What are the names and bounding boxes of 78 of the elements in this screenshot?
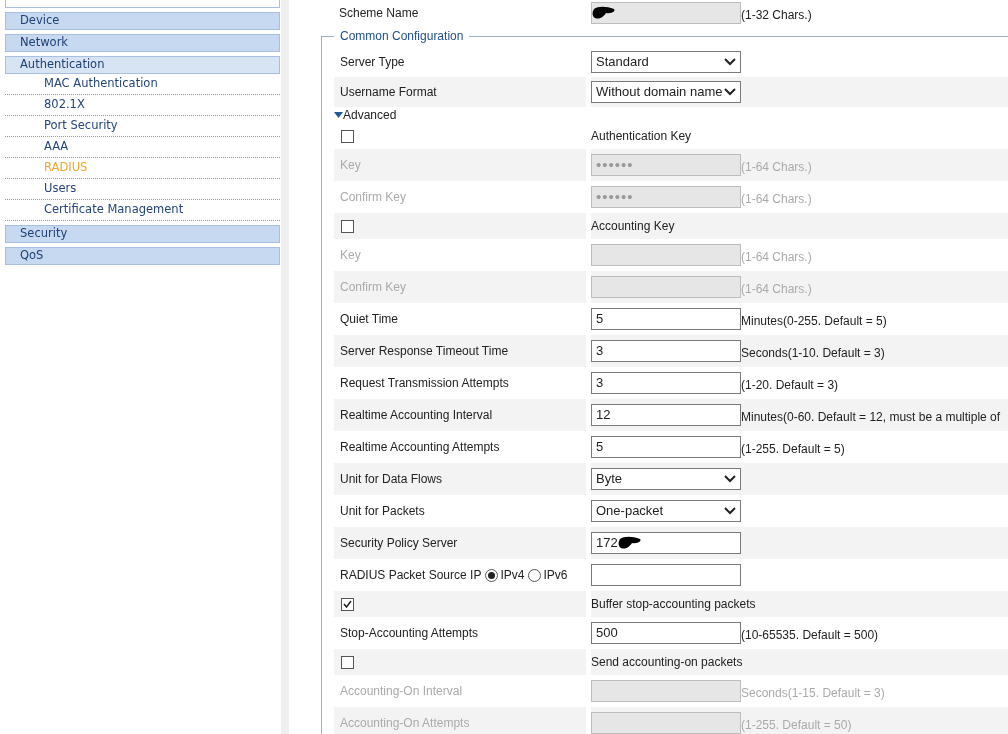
section-label: Buffer stop-accounting packets <box>591 596 756 613</box>
section-label: Send accounting-on packets <box>591 654 743 671</box>
field-label: Username Format <box>340 84 437 101</box>
hint-text: (1-255. Default = 5) <box>741 441 845 458</box>
field-label: Server Response Timeout Time <box>340 343 509 360</box>
hint-text: (1-64 Chars.) <box>741 159 812 176</box>
field-label: Key <box>340 247 361 264</box>
dropdown-select[interactable]: Standard <box>591 51 741 73</box>
radio-label: IPv4 <box>500 567 525 584</box>
radio-label: IPv6 <box>543 567 568 584</box>
chevron-down-icon <box>724 88 736 96</box>
sidebar-item[interactable]: Users <box>5 179 280 200</box>
checkmark-icon <box>343 600 352 608</box>
sidebar-item[interactable]: MAC Authentication <box>5 74 280 95</box>
sidebar-item[interactable]: AAA <box>5 137 280 158</box>
sidebar-group[interactable]: Security <box>5 225 280 243</box>
field-label: Realtime Accounting Interval <box>340 407 493 424</box>
checkbox[interactable] <box>341 655 354 669</box>
field-label: Confirm Key <box>340 189 407 206</box>
chevron-down-icon <box>724 58 736 66</box>
chevron-down-icon <box>724 475 736 483</box>
sidebar-group[interactable]: Authentication <box>5 56 280 74</box>
hint-text: (1-32 Chars.) <box>741 7 812 24</box>
sidebar-item[interactable]: Certificate Management <box>5 200 280 221</box>
field-label: RADIUS Packet Source IP <box>340 567 482 584</box>
advanced-toggle[interactable]: Advanced <box>334 107 397 123</box>
hint-text: (1-20. Default = 3) <box>741 377 839 394</box>
sidebar-group[interactable]: Network <box>5 34 280 52</box>
input-field[interactable] <box>591 2 741 24</box>
field-label: Stop-Accounting Attempts <box>340 625 479 642</box>
field-label: Confirm Key <box>340 279 407 296</box>
dropdown-select[interactable]: Without domain name <box>591 81 741 103</box>
hint-text: (10-65535. Default = 500) <box>741 627 879 644</box>
hint-text: Seconds(1-15. Default = 3) <box>741 685 885 702</box>
field-label: Unit for Packets <box>340 503 425 520</box>
hint-text: Seconds(1-10. Default = 3) <box>741 345 885 362</box>
radio-button[interactable] <box>485 568 499 582</box>
hint-text: (1-64 Chars.) <box>741 191 812 208</box>
sidebar-item[interactable]: 802.1X <box>5 95 280 116</box>
field-label: Security Policy Server <box>340 535 458 552</box>
redaction-mark <box>617 536 642 550</box>
dropdown-select[interactable]: Byte <box>591 468 741 490</box>
hint-text: Minutes(0-60. Default = 12, must be a multiple of <box>741 409 1001 426</box>
triangle-icon <box>334 111 343 119</box>
input-field[interactable]: 172 <box>591 532 741 554</box>
field-label: Request Transmission Attempts <box>340 375 509 392</box>
input-field[interactable]: 3 <box>591 372 741 394</box>
sidebar-item[interactable]: Port Security <box>5 116 280 137</box>
input-field[interactable]: 12 <box>591 404 741 426</box>
field-label: Realtime Accounting Attempts <box>340 439 500 456</box>
input-field[interactable]: 5 <box>591 436 741 458</box>
checkbox[interactable] <box>341 597 354 611</box>
sidebar-group[interactable]: Device <box>5 12 280 30</box>
input-field[interactable] <box>591 564 741 586</box>
sidebar-group[interactable]: QoS <box>5 247 280 265</box>
field-label: Key <box>340 157 361 174</box>
section-label: Accounting Key <box>591 218 675 235</box>
chevron-down-icon <box>724 507 736 515</box>
field-label: Quiet Time <box>340 311 399 328</box>
input-field[interactable]: 3 <box>591 340 741 362</box>
checkbox[interactable] <box>341 219 354 233</box>
input-field[interactable]: 500 <box>591 622 741 644</box>
hint-text: (1-255. Default = 50) <box>741 717 852 734</box>
field-label: Unit for Data Flows <box>340 471 443 488</box>
hint-text: Minutes(0-255. Default = 5) <box>741 313 887 330</box>
field-label: Accounting-On Interval <box>340 683 463 700</box>
dropdown-select[interactable]: One-packet <box>591 500 741 522</box>
field-label: Server Type <box>340 54 405 71</box>
section-legend: Common Configuration <box>334 29 470 44</box>
section-label: Authentication Key <box>591 128 692 145</box>
field-label: Scheme Name <box>339 5 420 22</box>
hint-text: (1-64 Chars.) <box>741 281 812 298</box>
input-field[interactable]: 5 <box>591 308 741 330</box>
hint-text: (1-64 Chars.) <box>741 249 812 266</box>
redaction-mark <box>592 6 616 20</box>
field-label: Accounting-On Attempts <box>340 715 470 732</box>
checkbox[interactable] <box>341 129 354 143</box>
radio-button[interactable] <box>528 568 542 582</box>
